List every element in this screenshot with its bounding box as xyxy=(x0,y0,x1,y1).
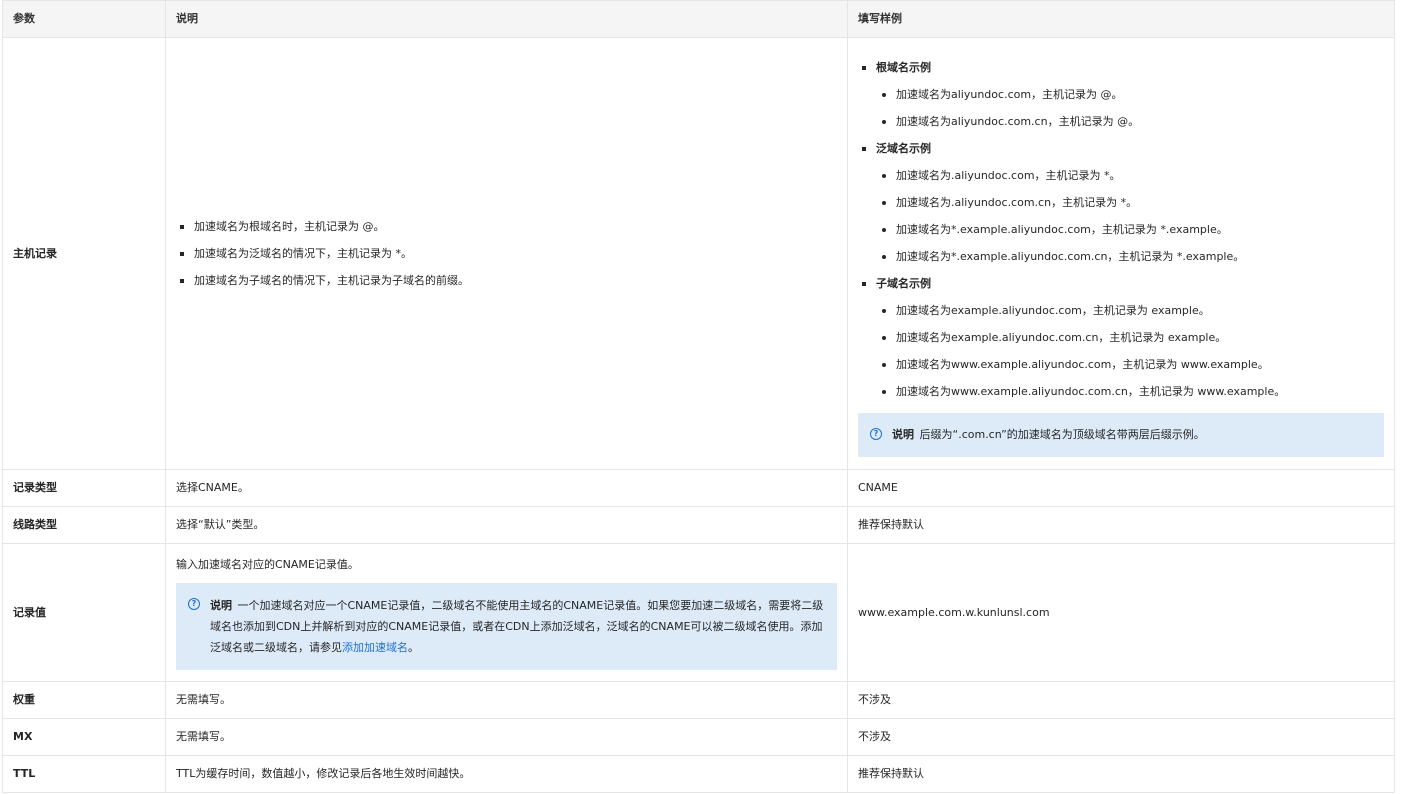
dns-parameter-table: 参数 说明 填写样例 主机记录 加速域名为根域名时，主机记录为 @。 加速域名为… xyxy=(2,0,1395,793)
table-row-record-type: 记录类型 选择CNAME。 CNAME xyxy=(2,469,1395,507)
note-text: 后缀为“.com.cn”的加速域名为顶级域名带两层后缀示例。 xyxy=(919,428,1205,441)
table-row-line-type: 线路类型 选择“默认”类型。 推荐保持默认 xyxy=(2,506,1395,544)
list-item: 加速域名为example.aliyundoc.com.cn，主机记录为 exam… xyxy=(876,329,1384,347)
example-line-type: 推荐保持默认 xyxy=(847,506,1395,544)
list-item: 加速域名为泛域名的情况下，主机记录为 *。 xyxy=(176,245,837,263)
help-circle-icon: ? xyxy=(188,597,200,610)
group-title: 根域名示例 xyxy=(876,61,931,74)
desc-line-type: 选择“默认”类型。 xyxy=(165,506,848,544)
list-item: 加速域名为.aliyundoc.com，主机记录为 *。 xyxy=(876,167,1384,185)
note-box: ? 说明 一个加速域名对应一个CNAME记录值，二级域名不能使用主域名的CNAM… xyxy=(176,582,837,670)
desc-mx: 无需填写。 xyxy=(165,718,848,756)
group-title: 泛域名示例 xyxy=(876,142,931,155)
table-row-ttl: TTL TTL为缓存时间，数值越小，修改记录后各地生效时间越快。 推荐保持默认 xyxy=(2,755,1395,793)
note-text: 一个加速域名对应一个CNAME记录值，二级域名不能使用主域名的CNAME记录值。… xyxy=(210,598,824,654)
example-weight: 不涉及 xyxy=(847,681,1395,719)
header-description: 说明 xyxy=(165,0,848,38)
note-box: ? 说明 后缀为“.com.cn”的加速域名为顶级域名带两层后缀示例。 xyxy=(858,413,1384,457)
param-host-record: 主机记录 xyxy=(2,37,166,470)
example-group-wildcard: 泛域名示例 加速域名为.aliyundoc.com，主机记录为 *。 加速域名为… xyxy=(858,140,1384,266)
param-weight: 权重 xyxy=(2,681,166,719)
param-line-type: 线路类型 xyxy=(2,506,166,544)
list-item: 加速域名为.aliyundoc.com.cn，主机记录为 *。 xyxy=(876,194,1384,212)
example-ttl: 推荐保持默认 xyxy=(847,755,1395,793)
desc-record-value: 输入加速域名对应的CNAME记录值。 ? 说明 一个加速域名对应一个CNAME记… xyxy=(165,543,848,682)
group-title: 子域名示例 xyxy=(876,277,931,290)
desc-weight: 无需填写。 xyxy=(165,681,848,719)
host-desc-list: 加速域名为根域名时，主机记录为 @。 加速域名为泛域名的情况下，主机记录为 *。… xyxy=(176,218,837,290)
example-group-subdomain: 子域名示例 加速域名为example.aliyundoc.com，主机记录为 e… xyxy=(858,275,1384,401)
example-host-record: 根域名示例 加速域名为aliyundoc.com，主机记录为 @。 加速域名为a… xyxy=(847,37,1395,470)
list-item: 加速域名为根域名时，主机记录为 @。 xyxy=(176,218,837,236)
list-item: 加速域名为aliyundoc.com，主机记录为 @。 xyxy=(876,86,1384,104)
list-item: 加速域名为www.example.aliyundoc.com，主机记录为 www… xyxy=(876,356,1384,374)
param-record-value: 记录值 xyxy=(2,543,166,682)
list-item: 加速域名为example.aliyundoc.com，主机记录为 example… xyxy=(876,302,1384,320)
param-mx: MX xyxy=(2,718,166,756)
header-example: 填写样例 xyxy=(847,0,1395,38)
list-item: 加速域名为子域名的情况下，主机记录为子域名的前缀。 xyxy=(176,272,837,290)
add-domain-link[interactable]: 添加加速域名 xyxy=(342,641,408,654)
desc-ttl: TTL为缓存时间，数值越小，修改记录后各地生效时间越快。 xyxy=(165,755,848,793)
table-row-record-value: 记录值 输入加速域名对应的CNAME记录值。 ? 说明 一个加速域名对应一个CN… xyxy=(2,543,1395,682)
note-label: 说明 xyxy=(892,428,914,441)
desc-record-type: 选择CNAME。 xyxy=(165,469,848,507)
host-example-groups: 根域名示例 加速域名为aliyundoc.com，主机记录为 @。 加速域名为a… xyxy=(858,59,1384,401)
table-row-weight: 权重 无需填写。 不涉及 xyxy=(2,681,1395,719)
list-item: 加速域名为*.example.aliyundoc.com，主机记录为 *.exa… xyxy=(876,221,1384,239)
list-item: 加速域名为*.example.aliyundoc.com.cn，主机记录为 *.… xyxy=(876,248,1384,266)
note-label: 说明 xyxy=(210,598,232,612)
param-record-type: 记录类型 xyxy=(2,469,166,507)
list-item: 加速域名为www.example.aliyundoc.com.cn，主机记录为 … xyxy=(876,383,1384,401)
example-group-root: 根域名示例 加速域名为aliyundoc.com，主机记录为 @。 加速域名为a… xyxy=(858,59,1384,131)
list-item: 加速域名为aliyundoc.com.cn，主机记录为 @。 xyxy=(876,113,1384,131)
note-tail: 。 xyxy=(408,640,419,654)
table-header-row: 参数 说明 填写样例 xyxy=(2,0,1395,38)
param-ttl: TTL xyxy=(2,755,166,793)
example-record-value: www.example.com.w.kunlunsl.com xyxy=(847,543,1395,682)
desc-text: 输入加速域名对应的CNAME记录值。 xyxy=(176,557,359,571)
example-mx: 不涉及 xyxy=(847,718,1395,756)
header-param: 参数 xyxy=(2,0,166,38)
help-circle-icon: ? xyxy=(870,428,882,440)
table-row-host-record: 主机记录 加速域名为根域名时，主机记录为 @。 加速域名为泛域名的情况下，主机记… xyxy=(2,37,1395,470)
table-row-mx: MX 无需填写。 不涉及 xyxy=(2,718,1395,756)
desc-host-record: 加速域名为根域名时，主机记录为 @。 加速域名为泛域名的情况下，主机记录为 *。… xyxy=(165,37,848,470)
example-record-type: CNAME xyxy=(847,469,1395,507)
